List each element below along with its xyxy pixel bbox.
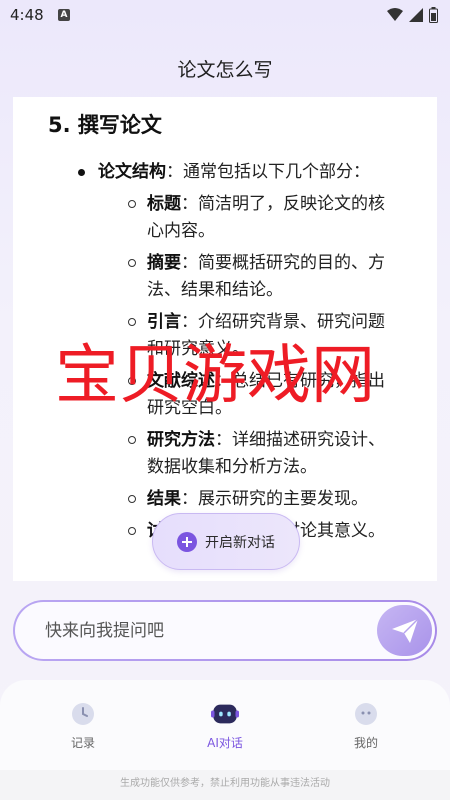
bullet-ring-icon (128, 436, 136, 444)
question-input-box (13, 600, 437, 661)
list-item-label: 摘要 (147, 253, 181, 273)
status-bar: 4:48 A (0, 0, 450, 32)
notification-icon: A (58, 9, 70, 21)
list-item: 标题：简洁明了，反映论文的核心内容。 (13, 191, 437, 245)
list-item-label: 引言 (147, 312, 181, 332)
send-plane-icon (391, 617, 419, 643)
list-item-label: 标题 (147, 194, 181, 214)
bullet-ring-icon (128, 259, 136, 267)
list-item-text: ：通常包括以下几个部分： (166, 162, 370, 182)
robot-icon (211, 704, 239, 724)
list-item: 论文结构：通常包括以下几个部分： (13, 159, 437, 186)
wifi-icon (387, 8, 403, 21)
bullet-dot-icon (78, 169, 85, 176)
list-item: 研究方法：详细描述研究设计、数据收集和分析方法。 (13, 427, 437, 481)
nav-label: 记录 (70, 736, 95, 750)
section-heading: 5. 撰写论文 (48, 113, 162, 137)
watermark-text: 宝贝游戏网 (55, 339, 375, 413)
list-item-text: ：展示研究的主要发现。 (181, 489, 368, 509)
list-item: 结果：展示研究的主要发现。 (13, 486, 437, 513)
list-item: 摘要：简要概括研究的目的、方法、结果和结论。 (13, 250, 437, 304)
bottom-nav: 记录 AI对话 我的 (0, 680, 450, 770)
question-input[interactable] (45, 602, 365, 659)
plus-circle-icon (177, 531, 197, 552)
list-item-label: 结果 (147, 489, 181, 509)
profile-icon (355, 703, 377, 725)
list-item-label: 研究方法 (147, 430, 215, 450)
question-input-inner (15, 602, 435, 659)
page-title: 论文怎么写 (177, 59, 273, 81)
send-button[interactable] (377, 605, 432, 656)
nav-item-profile[interactable]: 我的 (321, 680, 411, 770)
list-item-text: ：简洁明了，反映论文的核心内容。 (147, 194, 385, 241)
status-icons (387, 7, 438, 23)
nav-label: AI对话 (207, 736, 243, 750)
bullet-ring-icon (128, 200, 136, 208)
list-item-text: ：简要概括研究的目的、方法、结果和结论。 (147, 253, 385, 300)
new-chat-label: 开启新对话 (205, 534, 275, 551)
new-chat-button[interactable]: 开启新对话 (152, 513, 300, 570)
nav-item-ai-chat[interactable]: AI对话 (180, 680, 270, 770)
nav-item-records[interactable]: 记录 (38, 680, 128, 770)
clock-icon (72, 703, 94, 725)
signal-icon (409, 8, 423, 22)
bullet-ring-icon (128, 318, 136, 326)
list-item-label: 论文结构 (98, 162, 166, 182)
bullet-ring-icon (128, 527, 136, 535)
nav-label: 我的 (353, 736, 378, 750)
bullet-ring-icon (128, 495, 136, 503)
status-time: 4:48 (10, 6, 44, 24)
footer-disclaimer: 生成功能仅供参考，禁止利用功能从事违法活动 (0, 770, 450, 800)
battery-icon (429, 7, 438, 23)
